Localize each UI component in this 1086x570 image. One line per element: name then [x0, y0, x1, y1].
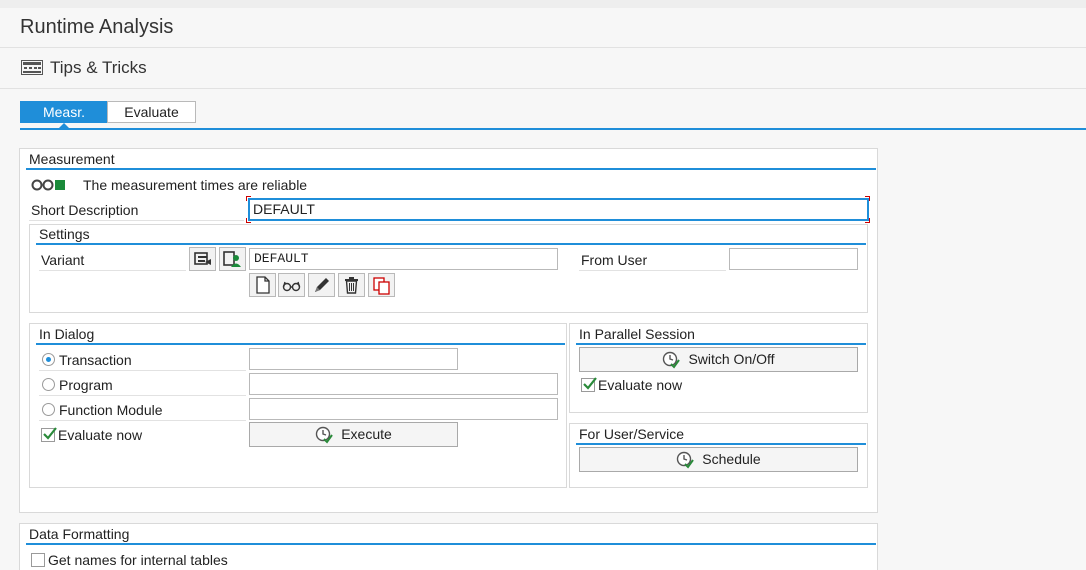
- program-label: Program: [59, 377, 113, 393]
- in-dialog-title: In Dialog: [39, 326, 95, 342]
- short-description-underline: [29, 220, 244, 221]
- required-marker-tr: [865, 196, 870, 201]
- function-module-input[interactable]: [249, 398, 558, 420]
- variant-select-icon: [194, 252, 211, 265]
- execute-button-label: Execute: [341, 426, 392, 442]
- transaction-radio[interactable]: [42, 353, 55, 366]
- parallel-session-title-line: [576, 343, 866, 345]
- measurement-status-text: The measurement times are reliable: [83, 177, 308, 193]
- schedule-label: Schedule: [702, 451, 761, 467]
- data-formatting-title: Data Formatting: [29, 526, 130, 542]
- variant-new-button[interactable]: [249, 273, 276, 297]
- program-radio[interactable]: [42, 378, 55, 391]
- schedule-button[interactable]: Schedule: [579, 447, 858, 472]
- pencil-icon: [315, 278, 329, 292]
- measurement-title: Measurement: [29, 151, 115, 167]
- required-marker-tl: [246, 196, 251, 201]
- internal-tables-checkbox[interactable]: [31, 553, 45, 567]
- transaction-underline: [39, 370, 246, 371]
- function-module-radio[interactable]: [42, 403, 55, 416]
- dialog-evaluate-now-checkbox[interactable]: [41, 427, 57, 442]
- user-service-title-line: [576, 443, 866, 445]
- tips-and-tricks-button[interactable]: Tips & Tricks: [50, 58, 147, 78]
- checkmark-icon: [43, 427, 57, 440]
- data-formatting-title-line: [26, 543, 876, 545]
- dialog-evaluate-now-label: Evaluate now: [58, 427, 143, 443]
- in-dialog-title-line: [36, 343, 565, 345]
- required-marker-br: [865, 218, 870, 223]
- top-strip: [0, 0, 1086, 8]
- from-user-label: From User: [581, 252, 648, 268]
- copy-icon: [373, 277, 390, 295]
- user-variant-icon: [223, 251, 241, 267]
- user-service-title: For User/Service: [579, 426, 685, 442]
- clock-check-icon: [663, 352, 681, 369]
- variant-label: Variant: [41, 252, 85, 268]
- tab-measr[interactable]: Measr.: [20, 101, 108, 123]
- program-input[interactable]: [249, 373, 558, 395]
- switch-on-off-button[interactable]: Switch On/Off: [579, 347, 858, 372]
- from-user-underline: [579, 270, 726, 271]
- function-module-label: Function Module: [59, 402, 163, 418]
- new-document-icon: [256, 276, 270, 294]
- variant-input[interactable]: DEFAULT: [249, 248, 558, 270]
- traffic-light-green-icon: [31, 179, 65, 191]
- function-module-underline: [39, 420, 246, 421]
- internal-tables-label: Get names for internal tables: [48, 552, 228, 568]
- variant-underline: [39, 270, 186, 271]
- variant-change-button[interactable]: [308, 273, 335, 297]
- variant-select-button[interactable]: [189, 247, 216, 271]
- execute-button[interactable]: Execute: [249, 422, 458, 447]
- variant-delete-button[interactable]: [338, 273, 365, 297]
- variant-user-button[interactable]: [219, 247, 246, 271]
- transaction-label: Transaction: [59, 352, 132, 368]
- short-description-input[interactable]: DEFAULT: [248, 198, 869, 221]
- parallel-session-title: In Parallel Session: [579, 326, 695, 342]
- program-underline: [39, 395, 246, 396]
- variant-display-button[interactable]: [278, 273, 305, 297]
- required-marker-bl: [246, 218, 251, 223]
- toolbar: [0, 48, 1086, 89]
- settings-title-line: [36, 243, 866, 245]
- glasses-icon: [282, 281, 301, 292]
- clock-check-icon: [316, 427, 334, 444]
- measurement-title-line: [26, 168, 876, 170]
- parallel-evaluate-now-label: Evaluate now: [598, 377, 683, 393]
- tips-icon[interactable]: [21, 60, 43, 75]
- tab-strip-line: [20, 128, 1086, 130]
- parallel-evaluate-now-checkbox[interactable]: [581, 377, 597, 392]
- clock-check-icon: [677, 452, 695, 469]
- tab-evaluate[interactable]: Evaluate: [107, 101, 196, 123]
- page-title: Runtime Analysis: [20, 16, 174, 38]
- transaction-input[interactable]: [249, 348, 458, 370]
- checkmark-icon: [583, 377, 597, 390]
- settings-title: Settings: [39, 226, 90, 242]
- switch-on-off-label: Switch On/Off: [688, 351, 775, 367]
- from-user-input[interactable]: [729, 248, 858, 270]
- trash-icon: [345, 277, 358, 294]
- variant-copy-button[interactable]: [368, 273, 395, 297]
- short-description-label: Short Description: [31, 202, 139, 218]
